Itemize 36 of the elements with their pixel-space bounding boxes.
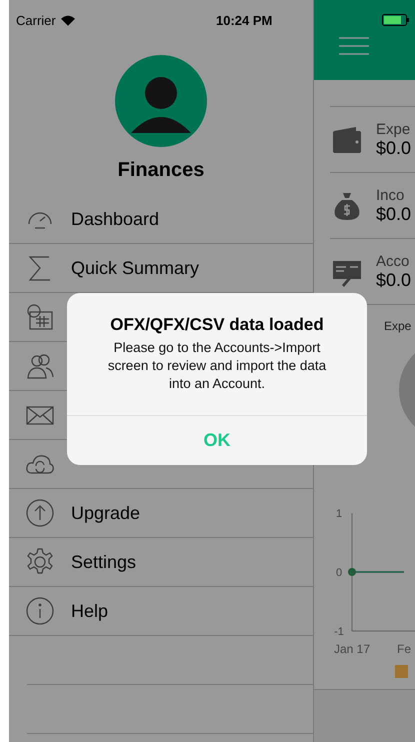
summary-label: Acco	[376, 252, 410, 270]
summary-label: Expe	[376, 120, 412, 138]
x-tick-label: Jan 17	[334, 642, 370, 656]
alert-message: Please go to the Accounts->Import screen to review and import the data into an Account.	[106, 339, 328, 393]
battery-icon	[382, 14, 409, 26]
alert-title: OFX/QFX/CSV data loaded	[110, 315, 324, 335]
carrier-label: Carrier	[16, 12, 56, 28]
app-title: Finances	[116, 158, 206, 183]
summary-amount: $0.0	[376, 204, 412, 224]
menu-item[interactable]: Upgrade	[9, 489, 313, 538]
menu-label: Help	[71, 600, 108, 622]
upgrade-icon	[25, 498, 55, 528]
summary-label: Inco	[376, 186, 406, 204]
menu-item[interactable]: Settings	[9, 538, 313, 587]
summary-amount: $0.0	[376, 138, 412, 158]
menu-icon[interactable]	[339, 37, 369, 55]
menu-label: Upgrade	[71, 502, 140, 524]
money-bag-icon	[332, 190, 362, 220]
x-tick-label: Fe	[397, 642, 411, 656]
menu-item[interactable]: Dashboard	[9, 195, 313, 244]
menu-label: Settings	[71, 552, 136, 572]
wallet-icon	[332, 124, 362, 154]
chart-title: Expe	[384, 319, 412, 333]
calendar-icon	[25, 302, 55, 332]
wifi-icon	[60, 14, 75, 26]
info-icon	[25, 596, 55, 626]
y-tick-label: -1	[334, 626, 344, 638]
summary-amount: $0.0	[376, 270, 412, 290]
y-tick-label: 1	[336, 508, 342, 520]
avatar-icon	[115, 55, 207, 147]
data-point	[348, 568, 356, 576]
menu-label: Dashboard	[71, 208, 160, 230]
menu-item[interactable]: Help	[9, 587, 313, 636]
y-tick-label: 0	[336, 567, 342, 579]
menu-label: Quick Summary	[71, 258, 200, 278]
status-time: 10:24 PM	[216, 13, 272, 28]
